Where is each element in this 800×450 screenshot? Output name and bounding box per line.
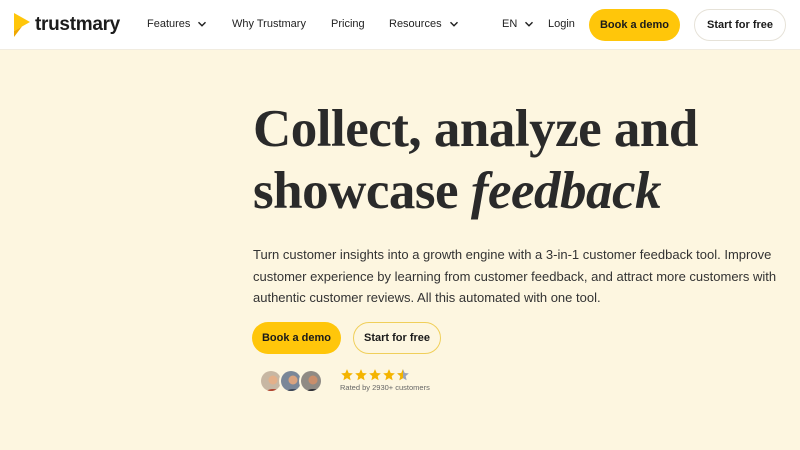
hero-title-line-1: Collect, analyze and [253,100,698,158]
language-selector[interactable]: EN [502,17,534,31]
hero-title-line-2-plain: showcase [253,162,459,220]
star-icon [383,369,395,381]
hero-start-free-button[interactable]: Start for free [353,322,441,354]
chevron-down-icon [525,21,534,27]
rating-text: Rated by 2930+ customers [340,383,430,392]
hero-title-line-2-italic: feedback [470,162,662,220]
top-navbar: trustmary Features Why Trustmary Pricing… [0,0,800,50]
star-icon [355,369,367,381]
star-icon [341,369,353,381]
hero-book-demo-button[interactable]: Book a demo [252,322,341,354]
login-label: Login [548,18,575,30]
header-book-demo-button[interactable]: Book a demo [589,9,680,41]
trustmary-logo-icon [14,13,30,37]
nav-resources[interactable]: Resources [389,17,459,31]
customer-avatars [259,369,323,393]
nav-pricing[interactable]: Pricing [331,17,365,31]
language-label: EN [502,18,518,30]
half-star-icon [397,369,409,381]
nav-features[interactable]: Features [147,17,207,31]
hero-subtitle: Turn customer insights into a growth eng… [253,247,777,305]
chevron-down-icon [198,21,207,27]
nav-why-trustmary-label: Why Trustmary [232,18,306,30]
nav-pricing-label: Pricing [331,18,365,30]
hero-title: Collect, analyze and showcase feedback [253,98,773,222]
nav-why-trustmary[interactable]: Why Trustmary [232,17,306,31]
nav-resources-label: Resources [389,18,442,30]
nav-features-label: Features [147,18,191,30]
header-start-free-button[interactable]: Start for free [694,9,786,41]
avatar [299,369,323,393]
star-icon [369,369,381,381]
rating-stars [340,368,410,382]
login-link[interactable]: Login [548,17,575,31]
brand-logo[interactable]: trustmary [14,13,120,37]
chevron-down-icon [449,21,458,27]
brand-name: trustmary [35,14,120,35]
